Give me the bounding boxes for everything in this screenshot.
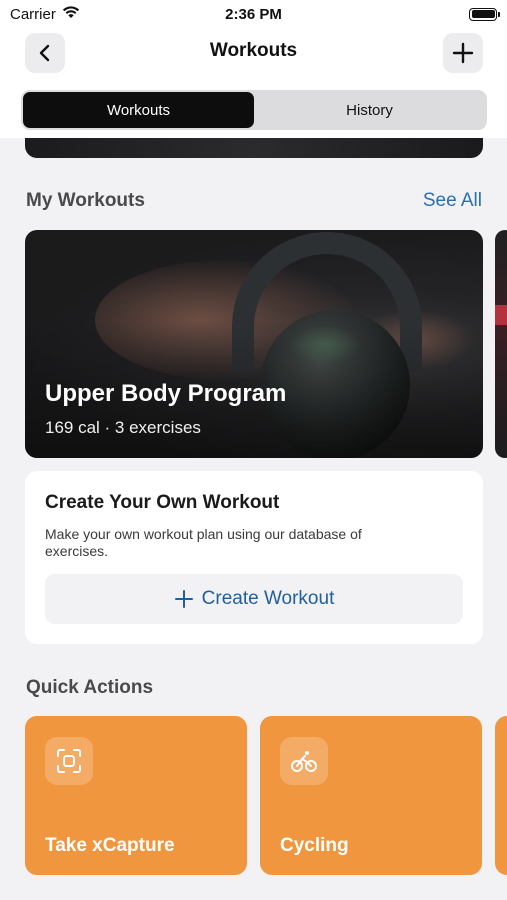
workout-card-title: Upper Body Program — [45, 380, 287, 407]
quick-action-label: Take xCapture — [45, 835, 175, 856]
create-workout-button[interactable]: Create Workout — [45, 574, 463, 624]
nav-header: Workouts Workouts History — [0, 28, 507, 138]
quick-action-label: Cycling — [280, 835, 349, 856]
quick-action-cycling[interactable]: Cycling — [260, 716, 482, 875]
workout-card-meta: 169 cal · 3 exercises — [45, 418, 201, 437]
plus-icon — [452, 42, 474, 64]
bicycle-icon — [280, 737, 328, 785]
scan-icon — [45, 737, 93, 785]
workout-card[interactable]: Upper Body Program 169 cal · 3 exercises — [25, 230, 483, 458]
tab-workouts[interactable]: Workouts — [23, 92, 254, 128]
status-left: Carrier — [10, 5, 190, 23]
create-workout-title: Create Your Own Workout — [45, 492, 280, 513]
status-bar: Carrier 2:36 PM — [0, 0, 507, 28]
see-all-link[interactable]: See All — [380, 190, 482, 212]
status-time: 2:36 PM — [225, 5, 282, 23]
quick-actions-heading: Quick Actions — [26, 677, 154, 698]
create-workout-description: Make your own workout plan using our dat… — [45, 526, 362, 559]
quick-action-xcapture[interactable]: Take xCapture — [25, 716, 247, 875]
next-workout-card[interactable] — [495, 230, 507, 458]
add-workout-button[interactable] — [443, 33, 483, 73]
tab-history[interactable]: History — [254, 92, 485, 128]
featured-card-edge[interactable] — [25, 138, 483, 158]
create-workout-label: Create Workout — [201, 588, 335, 609]
my-workouts-heading: My Workouts — [26, 190, 145, 211]
plus-icon — [174, 589, 194, 609]
next-card-accent — [495, 305, 507, 325]
page-title: Workouts — [209, 40, 298, 61]
battery-level — [471, 10, 495, 18]
segmented-control: Workouts History — [21, 90, 487, 130]
create-workout-card: Create Your Own Workout Make your own wo… — [25, 471, 483, 644]
carrier-label: Carrier — [10, 5, 56, 23]
quick-action-next[interactable] — [495, 716, 507, 875]
status-right — [317, 7, 500, 21]
battery-icon — [469, 7, 500, 21]
wifi-icon — [62, 5, 80, 23]
